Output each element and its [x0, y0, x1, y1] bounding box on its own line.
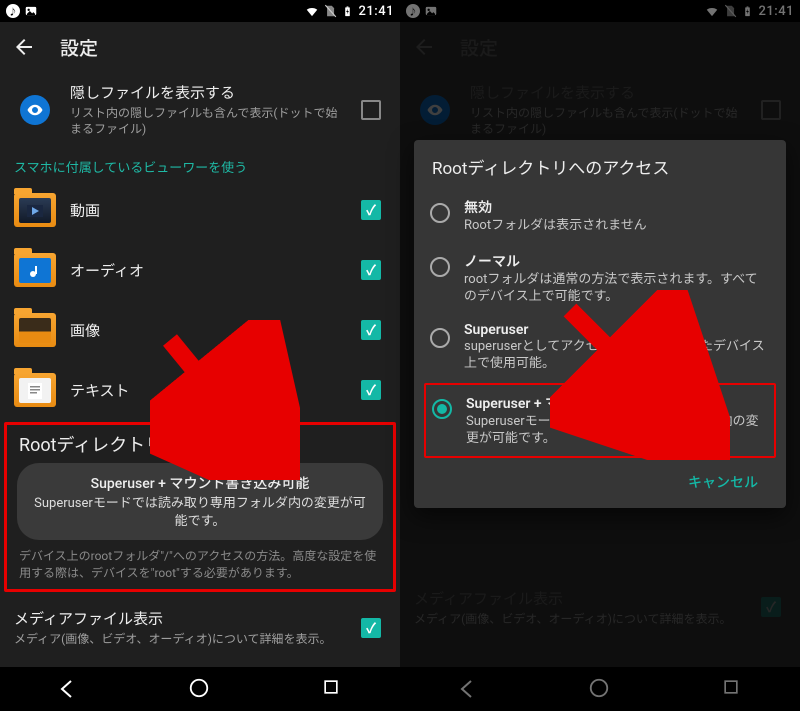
viewer-video-label: 動画 [70, 200, 342, 221]
setting-viewer-text[interactable]: テキスト [0, 360, 400, 420]
nav-home-icon[interactable] [588, 677, 612, 701]
root-access-current-toast: Superuser + マウント書き込み可能 Superuserモードでは読み取… [17, 463, 383, 540]
viewer-audio-label: オーディオ [70, 260, 342, 281]
viewer-image-label: 画像 [70, 320, 342, 341]
music-status-icon: ♪ [406, 4, 420, 18]
image-status-icon [24, 4, 38, 18]
viewer-text-label: テキスト [70, 380, 342, 401]
app-bar: 設定 [0, 22, 400, 72]
nav-back-icon[interactable] [455, 677, 479, 701]
hidden-files-title: 隠しファイルを表示する [70, 82, 342, 103]
app-bar: 設定 [400, 22, 800, 72]
eye-icon [420, 95, 450, 125]
root-toast-title: Superuser + マウント書き込み可能 [33, 473, 367, 493]
dialog-title: Rootディレクトリへのアクセス [424, 154, 776, 189]
radio-icon [430, 257, 450, 277]
radio-option-superuser-mount[interactable]: Superuser + マウント書き込み可能 Superuserモードでは読み取… [426, 385, 774, 456]
root-toast-sub: Superuserモードでは読み取り専用フォルダ内の変更が可能です。 [33, 495, 367, 530]
setting-media-display: メディアファイル表示 メディア(画像、ビデオ、オーディオ)について詳細を表示。 [400, 577, 800, 637]
navigation-bar [0, 667, 400, 711]
radio-option-superuser[interactable]: Superuser superuserとしてアクセス可能。rootされたデバイス… [424, 314, 776, 381]
appbar-title: 設定 [460, 34, 498, 61]
root-access-dialog: Rootディレクトリへのアクセス 無効 Rootフォルダは表示されません ノーマ… [414, 140, 786, 508]
folder-text-icon [14, 373, 56, 407]
status-bar: ♪ 21:41 [400, 0, 800, 22]
setting-media-display[interactable]: メディアファイル表示 メディア(画像、ビデオ、オーディオ)について詳細を表示。 [0, 600, 400, 660]
status-bar: ♪ 21:41 [0, 0, 400, 22]
back-icon[interactable] [12, 35, 36, 59]
battery-charging-icon [341, 4, 355, 18]
eye-icon [20, 95, 50, 125]
setting-viewer-audio[interactable]: オーディオ [0, 240, 400, 300]
no-sim-icon [723, 4, 737, 18]
screenshot-left: ♪ 21:41 設定 [0, 0, 400, 711]
hidden-files-checkbox[interactable] [361, 100, 381, 120]
media-checkbox[interactable] [361, 618, 381, 638]
dialog-cancel-button[interactable]: キャンセル [680, 466, 766, 498]
radio-icon [430, 328, 450, 348]
radio-icon [430, 203, 450, 223]
folder-video-icon [14, 193, 56, 227]
image-status-icon [424, 4, 438, 18]
nav-recent-icon[interactable] [321, 677, 345, 701]
appbar-title: 設定 [60, 34, 98, 61]
folder-image-icon [14, 313, 56, 347]
viewer-audio-checkbox[interactable] [361, 260, 381, 280]
setting-show-hidden-files: 隠しファイルを表示する リスト内の隠しファイルも含んで表示(ドットで始まるファイ… [400, 72, 800, 147]
battery-charging-icon [741, 4, 755, 18]
wifi-icon [305, 4, 319, 18]
root-access-setting[interactable]: Rootディレクトリへのアクセス Superuser + マウント書き込み可能 … [4, 422, 396, 591]
back-icon[interactable] [412, 35, 436, 59]
setting-viewer-video[interactable]: 動画 [0, 180, 400, 240]
viewer-text-checkbox[interactable] [361, 380, 381, 400]
media-sub: メディア(画像、ビデオ、オーディオ)について詳細を表示。 [14, 631, 342, 647]
nav-back-icon[interactable] [55, 677, 79, 701]
settings-list: 隠しファイルを表示する リスト内の隠しファイルも含んで表示(ドットで始まるファイ… [0, 72, 400, 667]
status-time: 21:41 [359, 4, 394, 19]
viewer-image-checkbox[interactable] [361, 320, 381, 340]
no-sim-icon [323, 4, 337, 18]
viewer-video-checkbox[interactable] [361, 200, 381, 220]
nav-home-icon[interactable] [188, 677, 212, 701]
screenshot-right: ♪ 21:41 設定 隠しファイルを表示する リスト内の隠しファイルも含んで表示… [400, 0, 800, 711]
highlighted-option: Superuser + マウント書き込み可能 Superuserモードでは読み取… [424, 383, 776, 458]
radio-icon-selected [432, 399, 452, 419]
navigation-bar [400, 667, 800, 711]
wifi-icon [705, 4, 719, 18]
viewer-section-header: スマホに付属しているビューワーを使う [0, 147, 400, 180]
setting-show-hidden-files[interactable]: 隠しファイルを表示する リスト内の隠しファイルも含んで表示(ドットで始まるファイ… [0, 72, 400, 147]
folder-audio-icon [14, 253, 56, 287]
media-title: メディアファイル表示 [14, 608, 342, 629]
music-status-icon: ♪ [6, 4, 20, 18]
nav-recent-icon[interactable] [721, 677, 745, 701]
radio-option-normal[interactable]: ノーマル rootフォルダは通常の方法で表示されます。すべてのデバイス上で可能で… [424, 243, 776, 314]
status-time: 21:41 [759, 4, 794, 19]
hidden-files-sub: リスト内の隠しファイルも含んで表示(ドットで始まるファイル) [70, 105, 342, 137]
radio-option-disabled[interactable]: 無効 Rootフォルダは表示されません [424, 189, 776, 243]
root-access-description: デバイス上のrootフォルダ"/"へのアクセスの方法。高度な設定を使用する際は、… [15, 548, 385, 580]
root-access-heading: Rootディレクトリへのアクセス [15, 431, 385, 457]
setting-viewer-image[interactable]: 画像 [0, 300, 400, 360]
